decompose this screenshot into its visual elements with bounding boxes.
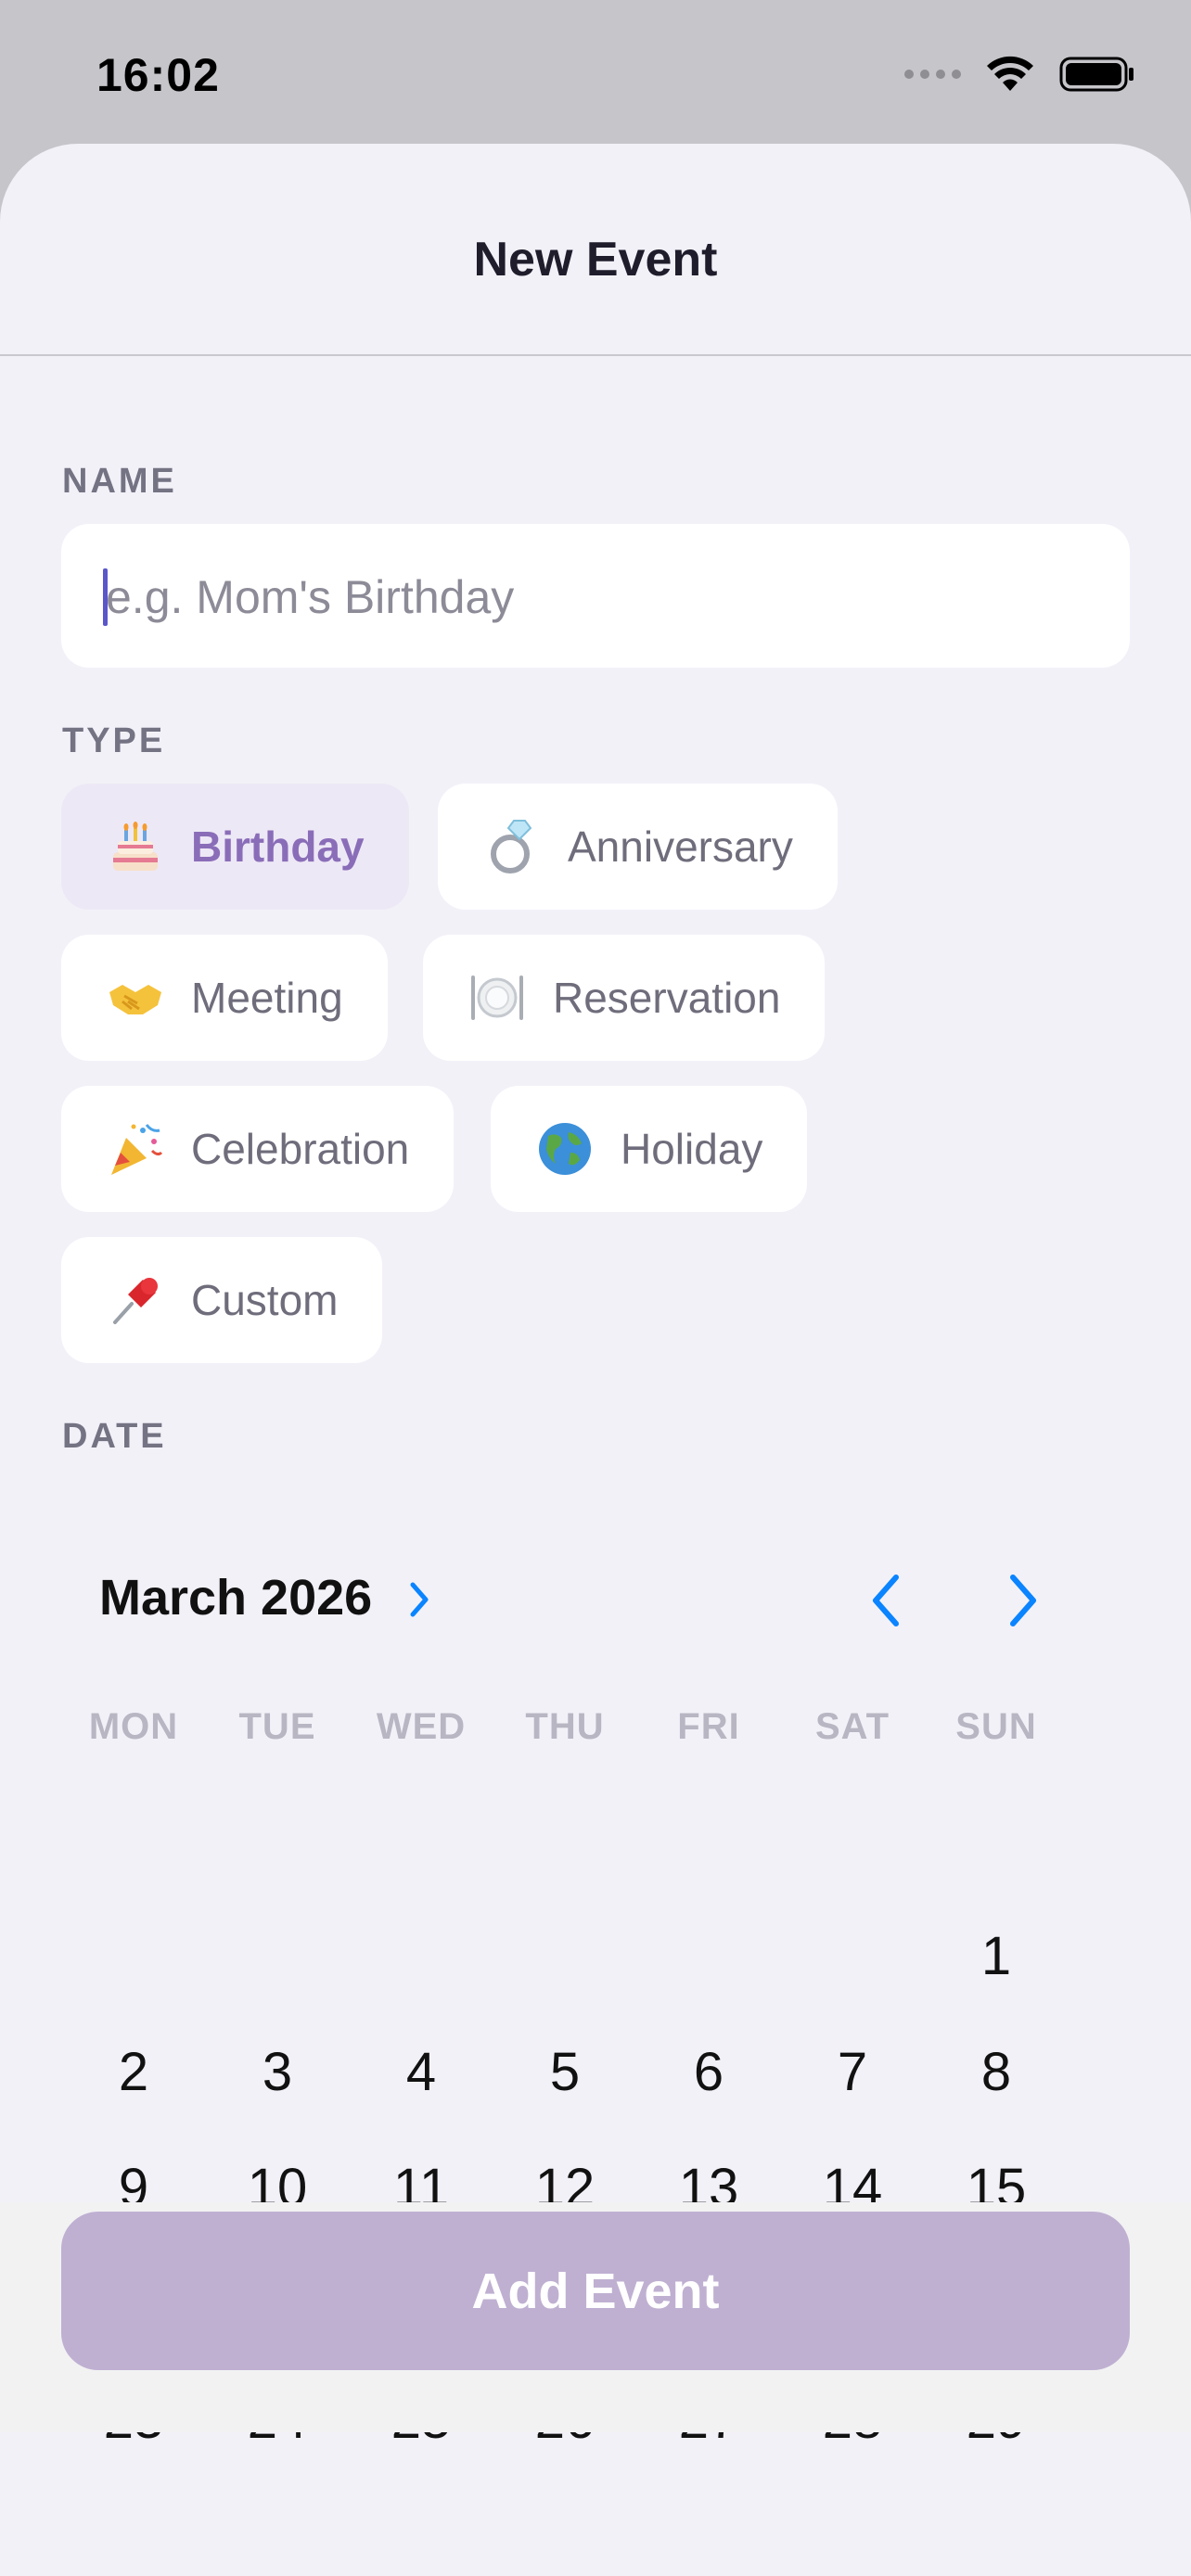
pushpin-icon xyxy=(104,1269,167,1332)
weekday-label: SAT xyxy=(814,1706,890,1747)
calendar-day[interactable]: 3 xyxy=(220,2015,335,2130)
cake-icon xyxy=(104,815,167,878)
weekday-label: THU xyxy=(525,1706,605,1747)
add-event-button[interactable]: Add Event xyxy=(61,2212,1130,2370)
calendar-day[interactable]: 6 xyxy=(651,2015,766,2130)
type-section-label: TYPE xyxy=(62,721,166,760)
status-icons xyxy=(904,54,1135,95)
type-option-label: Custom xyxy=(191,1276,339,1324)
date-section-label: DATE xyxy=(62,1417,167,1456)
type-option-label: Meeting xyxy=(191,974,343,1022)
type-option-label: Holiday xyxy=(621,1125,763,1173)
sheet-header: New Event xyxy=(0,144,1191,356)
globe-icon xyxy=(533,1117,596,1180)
type-option-birthday[interactable]: Birthday xyxy=(61,784,409,910)
calendar-day[interactable]: 1 xyxy=(939,1899,1054,2014)
ring-icon xyxy=(480,815,544,878)
type-option-reservation[interactable]: Reservation xyxy=(423,935,826,1061)
plate-icon xyxy=(466,966,529,1029)
cellular-signal-icon xyxy=(904,70,961,79)
name-section-label: NAME xyxy=(62,462,177,501)
type-option-label: Birthday xyxy=(191,823,365,871)
name-input[interactable] xyxy=(104,524,1091,670)
text-caret xyxy=(103,568,108,626)
calendar-day[interactable]: 7 xyxy=(795,2015,910,2130)
calendar-day[interactable]: 8 xyxy=(939,2015,1054,2130)
weekday-label: TUE xyxy=(238,1706,316,1747)
sheet-title: New Event xyxy=(473,233,718,287)
type-option-holiday[interactable]: Holiday xyxy=(491,1086,808,1212)
name-field[interactable] xyxy=(61,524,1130,670)
calendar-day[interactable]: 5 xyxy=(507,2015,622,2130)
previous-month-button[interactable] xyxy=(863,1568,909,1633)
party-popper-icon xyxy=(104,1117,167,1180)
next-month-button[interactable] xyxy=(1000,1568,1046,1633)
chevron-right-small-icon[interactable] xyxy=(408,1576,432,1623)
month-year-button[interactable]: March 2026 xyxy=(99,1569,372,1626)
type-option-label: Celebration xyxy=(191,1125,410,1173)
type-option-label: Anniversary xyxy=(568,823,793,871)
calendar-day[interactable]: 2 xyxy=(76,2015,191,2130)
type-option-meeting[interactable]: Meeting xyxy=(61,935,388,1061)
status-bar: 16:02 xyxy=(0,0,1191,148)
type-option-celebration[interactable]: Celebration xyxy=(61,1086,455,1212)
type-option-label: Reservation xyxy=(553,974,781,1022)
type-option-custom[interactable]: Custom xyxy=(61,1237,383,1363)
weekday-label: FRI xyxy=(677,1706,740,1747)
handshake-icon xyxy=(104,966,167,1029)
wifi-icon xyxy=(987,56,1033,91)
calendar-day[interactable]: 4 xyxy=(364,2015,479,2130)
weekday-label: SUN xyxy=(955,1706,1037,1747)
battery-icon xyxy=(1059,57,1133,92)
type-option-anniversary[interactable]: Anniversary xyxy=(438,784,838,910)
status-time: 16:02 xyxy=(96,49,220,101)
weekday-label: MON xyxy=(88,1706,179,1747)
weekday-label: WED xyxy=(376,1706,467,1747)
